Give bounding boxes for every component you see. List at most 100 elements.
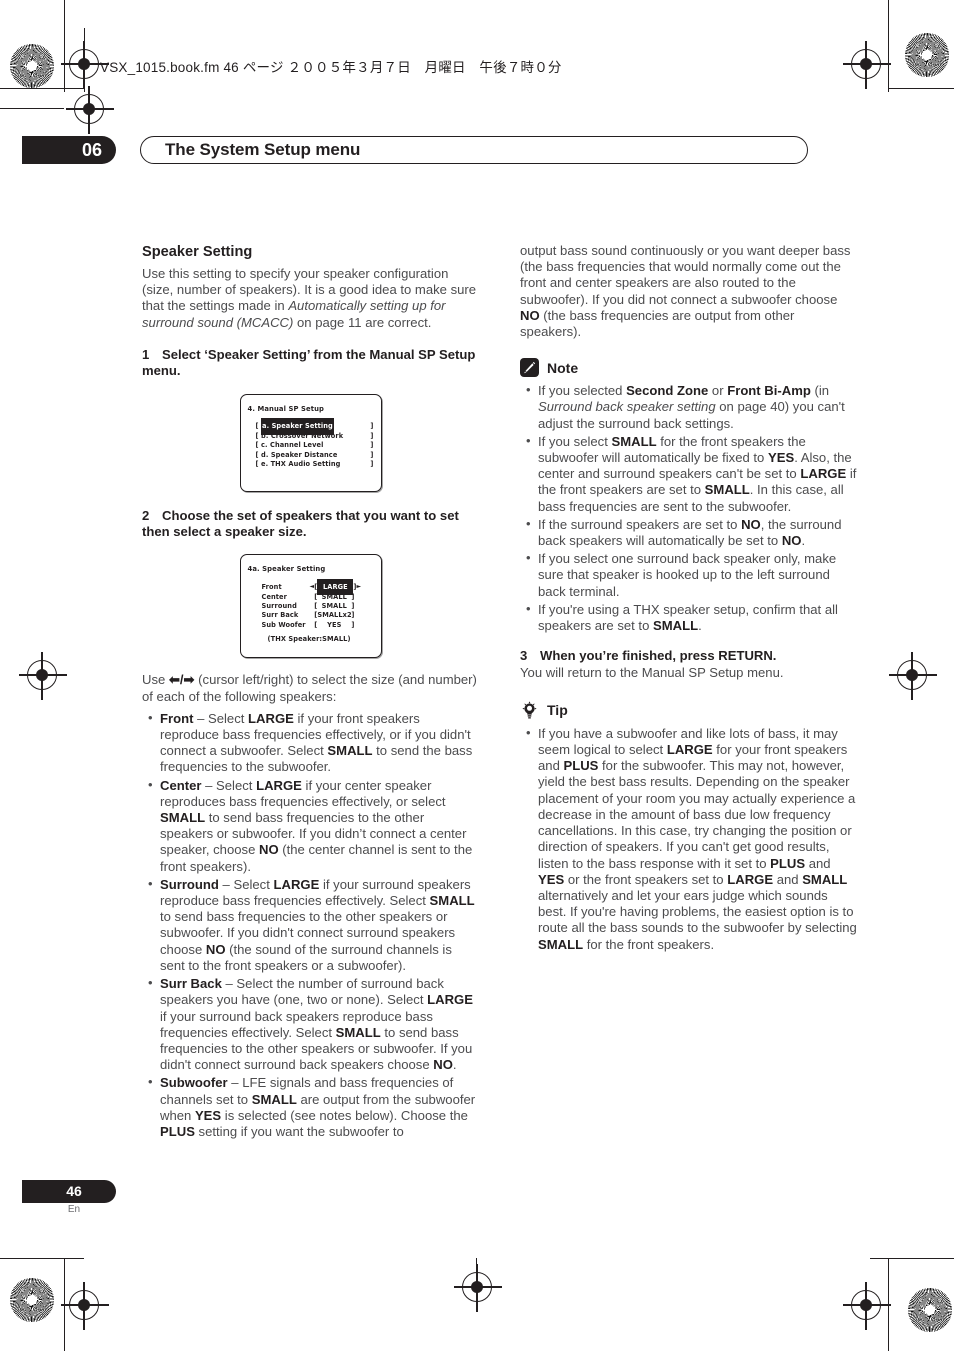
step-2: 2 Choose the set of speakers that you wan… <box>142 508 479 541</box>
cursor-instruction-part1: Use <box>142 672 169 688</box>
step-1-text: Select ‘Speaker Setting’ from the Manual… <box>142 346 476 379</box>
step-3-number: 3 <box>520 648 528 664</box>
osd-menu-items: [ a. Speaker Setting] [ b. Crossover Net… <box>248 418 374 469</box>
kw-front-bi-amp: Front Bi-Amp <box>727 383 811 399</box>
bullet-term-center: Center <box>160 777 202 793</box>
osd-speaker-rows: Front◄[LARGE]► Center◄[SMALL] Surround◄[… <box>248 579 374 647</box>
kw-large: LARGE <box>800 466 847 482</box>
kw-small: SMALL <box>653 618 699 634</box>
bullet-term-front: Front <box>160 710 194 726</box>
registration-target-bottom-right <box>843 1282 891 1330</box>
bullet-term-surr-back: Surr Back <box>160 976 222 992</box>
page-title: The System Setup menu <box>165 140 361 159</box>
kw-second-zone: Second Zone <box>626 383 709 399</box>
note-item-1: If you select SMALL for the front speake… <box>520 433 857 515</box>
osd-speaker-setting-menu: 4a. Speaker Setting Front ◄[LARGE] ► Cente… <box>239 554 382 659</box>
lightbulb-icon <box>520 701 539 720</box>
kw-plus: PLUS <box>770 855 806 871</box>
page-language-label: En <box>67 1204 81 1215</box>
registration-target-mid-left <box>19 652 67 700</box>
kw-large: LARGE <box>666 742 713 758</box>
kw-large: LARGE <box>273 876 320 892</box>
bullet-term-subwoofer: Subwoofer <box>160 1075 228 1091</box>
starburst-registration-mark-top-left <box>10 44 54 88</box>
kw-small: SMALL <box>802 871 848 887</box>
kw-small: SMALL <box>538 936 584 952</box>
crop-mark-left-vertical-top <box>64 0 66 92</box>
starburst-registration-mark-top-right <box>905 33 949 77</box>
note-callout-header: Note <box>520 358 857 378</box>
step-1-number: 1 <box>142 346 150 362</box>
step-3-text: When you’re finished, press RETURN. <box>540 648 777 664</box>
bullet-term-surround: Surround <box>160 876 219 892</box>
kw-large: LARGE <box>256 777 302 793</box>
list-item-front: Front – Select LARGE if your front speak… <box>142 710 479 776</box>
left-column: Speaker Setting Use this setting to spec… <box>142 243 479 1142</box>
crop-mark-left-vertical-inner <box>84 28 86 92</box>
source-file-header: VSX_1015.book.fm 46 ページ ２００５年３月７日 月曜日 午後… <box>100 60 562 75</box>
osd-speaker-row-sub-woofer[interactable]: Sub Woofer◄[YES] <box>262 620 374 629</box>
intro-paragraph: Use this setting to specify your speaker… <box>142 266 479 331</box>
speaker-type-bullet-list: Front – Select LARGE if your front speak… <box>142 710 479 1140</box>
registration-target-top-left-outer <box>66 86 114 134</box>
list-item-surr-back: Surr Back – Select the number of surroun… <box>142 975 479 1073</box>
crop-mark-right-horizontal-bottom <box>870 1258 954 1260</box>
step-3: 3 When you’re finished, press RETURN. <box>520 648 857 664</box>
continued-paragraph: output bass sound continuously or you wa… <box>520 243 851 340</box>
osd-bracket-right: ] <box>370 459 374 468</box>
crop-mark-right-vertical-top <box>888 0 890 92</box>
kw-yes: YES <box>538 871 565 887</box>
chapter-number-badge: 06 <box>22 136 116 164</box>
crop-mark-left-horizontal-bottom <box>0 1258 84 1260</box>
crop-mark-left-horizontal-top <box>0 88 84 90</box>
list-item-surround: Surround – Select LARGE if your surround… <box>142 876 479 974</box>
kw-large: LARGE <box>427 992 473 1008</box>
step-2-text: Choose the set of speakers that you want… <box>142 507 459 540</box>
note-item-4: If you're using a THX speaker setup, con… <box>520 601 857 634</box>
intro-text-part2: on page 11 are correct. <box>293 314 432 330</box>
ref-surround-back-speaker-setting: Surround back speaker setting <box>538 399 716 415</box>
osd-bracket-right: ] <box>351 620 355 629</box>
kw-small: SMALL <box>611 433 657 449</box>
osd-menu-item-4[interactable]: [ e. THX Audio Setting] <box>256 459 374 468</box>
kw-plus: PLUS <box>563 758 599 774</box>
pencil-icon <box>520 358 539 378</box>
kw-small: SMALL <box>160 810 206 826</box>
kw-plus: PLUS <box>160 1123 195 1139</box>
kw-no: NO <box>259 842 279 858</box>
kw-no: NO <box>741 516 761 532</box>
note-bullet-list: If you selected Second Zone or Front Bi-… <box>520 382 857 634</box>
kw-large: LARGE <box>248 710 294 726</box>
cursor-arrows-icon: ⬅/➡ <box>168 672 195 688</box>
kw-large: LARGE <box>727 871 774 887</box>
osd-thx-speaker-footnote: (THX Speaker:SMALL) <box>267 634 351 643</box>
step-3-body: You will return to the Manual SP Setup m… <box>520 664 784 680</box>
osd-speaker-setting-title: 4a. Speaker Setting <box>247 565 326 574</box>
kw-small: SMALL <box>704 482 750 498</box>
right-arrow-icon: ► <box>356 583 362 591</box>
crop-mark-left-vertical-bottom <box>64 1258 66 1351</box>
kw-no: NO <box>205 941 226 957</box>
registration-target-top-right <box>843 41 891 89</box>
tip-item-0: If you have a subwoofer and like lots of… <box>520 725 857 953</box>
right-column: output bass sound continuously or you wa… <box>520 243 857 955</box>
starburst-registration-mark-bottom-right <box>908 1288 952 1332</box>
note-item-2: If the surround speakers are set to NO, … <box>520 516 857 549</box>
kw-yes: YES <box>194 1107 222 1123</box>
list-item-subwoofer: Subwoofer – LFE signals and bass frequen… <box>142 1074 479 1140</box>
osd-menu-title: 4. Manual SP Setup <box>247 404 324 413</box>
crop-mark-right-horizontal-top <box>888 88 954 90</box>
kw-small: SMALL <box>429 893 475 909</box>
page-number-badge: 46 <box>22 1180 116 1203</box>
osd-screenshot-1-wrapper: 4. Manual SP Setup [ a. Speaker Setting]… <box>142 393 479 492</box>
kw-small: SMALL <box>251 1091 297 1107</box>
registration-target-mid-right <box>889 652 937 700</box>
kw-small: SMALL <box>335 1024 381 1040</box>
tip-bullet-list: If you have a subwoofer and like lots of… <box>520 725 857 953</box>
kw-no: NO <box>781 533 802 549</box>
note-label: Note <box>547 359 579 376</box>
section-heading-speaker-setting: Speaker Setting <box>142 244 253 260</box>
note-item-0: If you selected Second Zone or Front Bi-… <box>520 382 857 432</box>
tip-callout-header: Tip <box>520 701 857 720</box>
osd-screenshot-2-wrapper: 4a. Speaker Setting Front ◄[LARGE] ► Cente… <box>142 554 479 659</box>
